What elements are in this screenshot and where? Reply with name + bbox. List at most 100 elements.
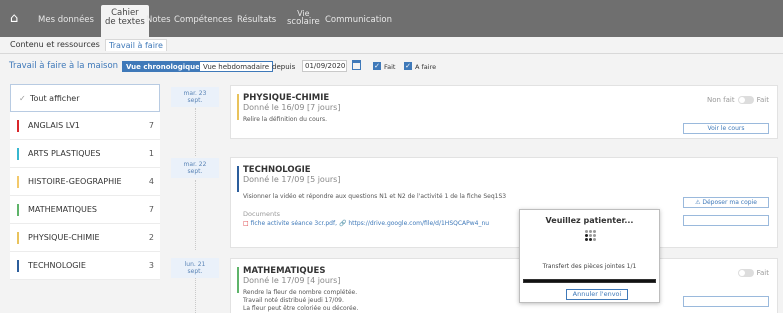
toggle-switch[interactable] (737, 269, 754, 277)
subject-name: Tout afficher (30, 94, 80, 103)
subject-name: MATHEMATIQUES (28, 205, 97, 214)
date-day: mar. 23 (183, 90, 207, 97)
date-month: sept. (187, 97, 203, 104)
checkbox-a-faire[interactable]: ✓ (404, 62, 412, 70)
subject-item[interactable]: MATHEMATIQUES 7 (10, 196, 160, 224)
subject-name: ARTS PLASTIQUES (28, 149, 101, 158)
nav-communication[interactable]: Communication (325, 15, 392, 25)
fait-toggle[interactable]: Non fait Fait (707, 96, 769, 104)
timeline-line (195, 180, 196, 250)
link-icon: 🔗 (338, 220, 347, 227)
dialog-message: Transfert des pièces jointes 1/1 (542, 263, 637, 270)
checkbox-fait-label: Fait (384, 63, 396, 71)
subject-item[interactable]: ARTS PLASTIQUES 1 (10, 140, 160, 168)
top-navigation: ⌂ Mes données Cahier de textes Notes Com… (0, 0, 783, 37)
document-url-link[interactable]: https://drive.google.com/file/d/1HSQCAPw… (348, 220, 489, 227)
homework-card: MATHEMATIQUES Donné le 17/09 [4 jours] R… (230, 258, 778, 313)
annuler-envoi-button[interactable]: Annuler l'envoi (566, 289, 628, 300)
voir-le-cours-button[interactable]: Voir le cours (683, 123, 769, 134)
fait-toggle[interactable]: Fait (735, 269, 769, 277)
checkbox-fait[interactable]: ✓ (373, 62, 381, 70)
documents-label: Documents (243, 210, 281, 218)
home-icon[interactable]: ⌂ (10, 12, 28, 26)
subject-item-all[interactable]: ✓ Tout afficher (10, 84, 160, 112)
card-title: PHYSIQUE-CHIMIE (243, 93, 330, 103)
date-input[interactable]: 01/09/2020 (302, 60, 347, 72)
subject-color-bar (17, 232, 19, 244)
depuis-label: depuis (272, 63, 296, 71)
tab-travail-a-faire[interactable]: Travail à faire (105, 39, 167, 51)
nav-mes-donnees[interactable]: Mes données (38, 15, 94, 25)
homework-card: TECHNOLOGIE Donné le 17/09 [5 jours] Vis… (230, 157, 778, 248)
subject-color-bar (17, 260, 19, 272)
secondary-button[interactable] (683, 215, 769, 226)
date-month: sept. (187, 168, 203, 175)
calendar-icon[interactable] (352, 60, 361, 70)
subject-color-stripe (237, 267, 239, 293)
dialog-title: Veuillez patienter... (545, 216, 634, 225)
subject-item[interactable]: PHYSIQUE-CHIMIE 2 (10, 224, 160, 252)
filter-title: Travail à faire à la maison (9, 61, 119, 71)
date-badge: lun. 21 sept. (171, 258, 219, 278)
document-file-link[interactable]: fiche activite séance 3cr.pdf, (251, 220, 337, 227)
tab-contenu-ressources[interactable]: Contenu et ressources (10, 40, 100, 49)
subject-color-bar (17, 148, 19, 160)
fait-label: Fait (756, 96, 769, 104)
subject-count: 7 (148, 205, 154, 214)
fait-label: Fait (756, 269, 769, 277)
date-badge: mar. 22 sept. (171, 158, 219, 178)
card-text: Travail noté distribué jeudi 17/09. (243, 297, 344, 304)
card-given-date: Donné le 17/09 [5 jours] (243, 175, 341, 184)
nav-resultats[interactable]: Résultats (237, 15, 276, 25)
subject-color-bar (17, 176, 19, 188)
timeline-line (195, 108, 196, 156)
deposer-copie-button[interactable]: ⚠ Déposer ma copie (683, 197, 769, 208)
subject-item[interactable]: ANGLAIS LV1 7 (10, 112, 160, 140)
pdf-icon: □ (243, 220, 249, 227)
nav-cahier-de-textes[interactable]: Cahier de textes (101, 5, 149, 37)
subject-list: ✓ Tout afficher ANGLAIS LV1 7 ARTS PLAST… (10, 84, 160, 280)
checkmark-icon: ✓ (19, 94, 26, 103)
subject-count: 2 (148, 233, 154, 242)
non-fait-label: Non fait (707, 96, 735, 104)
toggle-switch[interactable] (737, 96, 754, 104)
nav-vie-scolaire[interactable]: Vie scolaire (287, 9, 320, 27)
subject-name: HISTOIRE-GEOGRAPHIE (28, 177, 122, 186)
homework-card: PHYSIQUE-CHIMIE Donné le 16/09 [7 jours]… (230, 85, 778, 139)
progress-bar-fill (524, 280, 655, 282)
subject-count: 3 (148, 261, 154, 270)
date-day: lun. 21 (184, 261, 206, 268)
subject-name: ANGLAIS LV1 (28, 121, 80, 130)
subject-item[interactable]: TECHNOLOGIE 3 (10, 252, 160, 280)
subject-name: TECHNOLOGIE (28, 261, 86, 270)
nav-vie-label-bottom: scolaire (287, 17, 320, 27)
subject-name: PHYSIQUE-CHIMIE (28, 233, 100, 242)
vue-chronologique-button[interactable]: Vue chronologique (122, 61, 204, 72)
subject-color-bar (17, 204, 19, 216)
subject-color-stripe (237, 94, 239, 120)
card-title: MATHEMATIQUES (243, 266, 326, 276)
date-month: sept. (187, 268, 203, 275)
nav-competences[interactable]: Compétences (174, 15, 232, 25)
checkbox-a-faire-label: A faire (415, 63, 437, 71)
date-badge: mar. 23 sept. (171, 87, 219, 107)
progress-bar (523, 279, 656, 283)
card-text: La fleur peut être coloriée ou décorée. (243, 305, 359, 312)
card-title: TECHNOLOGIE (243, 165, 311, 175)
subject-count: 4 (148, 177, 154, 186)
loading-spinner-icon (582, 230, 598, 246)
subject-count: 1 (148, 149, 154, 158)
card-button[interactable] (683, 296, 769, 307)
subject-item[interactable]: HISTOIRE-GEOGRAPHIE 4 (10, 168, 160, 196)
card-text: Relire la définition du cours. (243, 116, 328, 123)
vue-hebdomadaire-button[interactable]: Vue hebdomadaire (199, 61, 274, 72)
timeline-line (195, 278, 196, 313)
upload-progress-dialog: Veuillez patienter... Transfert des pièc… (519, 209, 660, 303)
date-day: mar. 22 (183, 161, 207, 168)
subject-color-bar (17, 120, 19, 132)
card-given-date: Donné le 16/09 [7 jours] (243, 103, 341, 112)
document-links[interactable]: □ fiche activite séance 3cr.pdf, 🔗 https… (243, 220, 489, 227)
nav-notes[interactable]: Notes (146, 15, 171, 25)
card-given-date: Donné le 17/09 [4 jours] (243, 276, 341, 285)
nav-cahier-label-bottom: de textes (105, 17, 145, 27)
